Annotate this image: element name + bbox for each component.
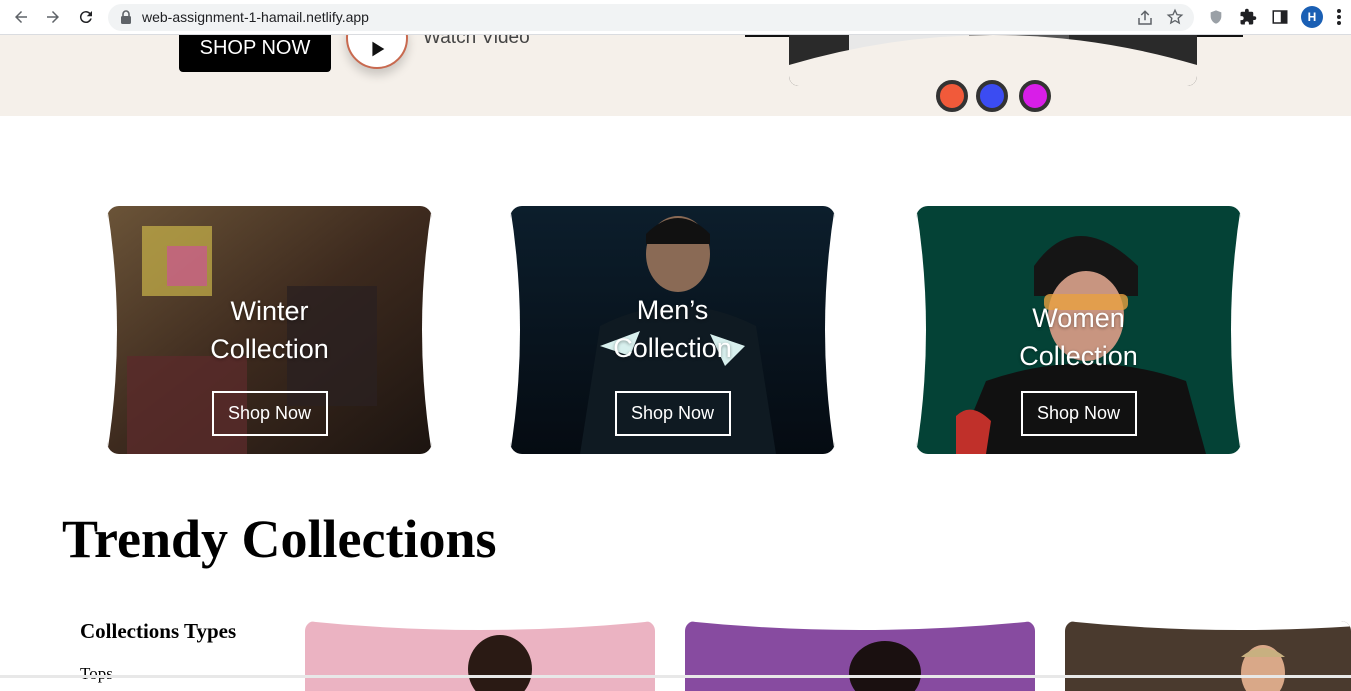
- product-card[interactable]: [305, 621, 655, 691]
- url-text: web-assignment-1-hamail.netlify.app: [142, 9, 369, 25]
- extensions-puzzle-icon[interactable]: [1238, 7, 1258, 27]
- card-title: Winter Collection: [210, 296, 329, 364]
- product-image: [1065, 621, 1351, 691]
- card-mens-collection: Men’s Collection Shop Now: [510, 206, 835, 454]
- card-women-collection: Women Collection Shop Now: [916, 206, 1241, 454]
- product-image: [305, 621, 655, 691]
- arrow-right-icon: [47, 11, 59, 23]
- sidebar-item-tops[interactable]: Tops: [80, 664, 113, 684]
- back-button[interactable]: [10, 6, 32, 28]
- product-card[interactable]: [1065, 621, 1351, 691]
- section-heading: Trendy Collections: [62, 509, 497, 569]
- hero-shop-now-button[interactable]: SHOP NOW: [179, 35, 331, 72]
- card-title: Women Collection: [1019, 303, 1138, 371]
- hero-model-image: [789, 35, 1197, 86]
- profile-avatar[interactable]: H: [1301, 6, 1323, 28]
- color-swatch-purple[interactable]: [1019, 80, 1051, 112]
- extension-shield-icon[interactable]: [1206, 7, 1226, 27]
- play-icon: [372, 41, 385, 57]
- play-video-button[interactable]: [346, 35, 408, 69]
- color-swatch-orange[interactable]: [936, 80, 968, 112]
- reload-icon: [79, 11, 92, 24]
- forward-button[interactable]: [42, 6, 64, 28]
- mens-shop-now-button[interactable]: Shop Now: [614, 391, 731, 436]
- card-title: Men’s Collection: [613, 295, 732, 363]
- product-card[interactable]: [685, 621, 1035, 691]
- reload-button[interactable]: [75, 6, 97, 28]
- sidebar-title: Collections Types: [80, 619, 237, 643]
- lock-icon: [121, 10, 131, 24]
- bookmark-star-icon[interactable]: [1166, 8, 1184, 26]
- product-image: [685, 621, 1035, 691]
- browser-toolbar: web-assignment-1-hamail.netlify.app H: [0, 0, 1351, 35]
- more-menu-icon[interactable]: [1336, 8, 1342, 26]
- watch-video-label[interactable]: Watch Video: [423, 35, 530, 49]
- address-bar[interactable]: web-assignment-1-hamail.netlify.app: [108, 4, 1194, 31]
- arrow-left-icon: [15, 11, 27, 23]
- share-icon[interactable]: [1136, 9, 1154, 27]
- women-shop-now-button[interactable]: Shop Now: [1020, 391, 1137, 436]
- winter-shop-now-button[interactable]: Shop Now: [211, 391, 328, 436]
- card-winter-collection: Winter Collection Shop Now: [107, 206, 432, 454]
- hero-section: SHOP NOW Watch Video: [0, 35, 1351, 116]
- color-swatch-blue[interactable]: [976, 80, 1008, 112]
- side-panel-icon[interactable]: [1270, 7, 1290, 27]
